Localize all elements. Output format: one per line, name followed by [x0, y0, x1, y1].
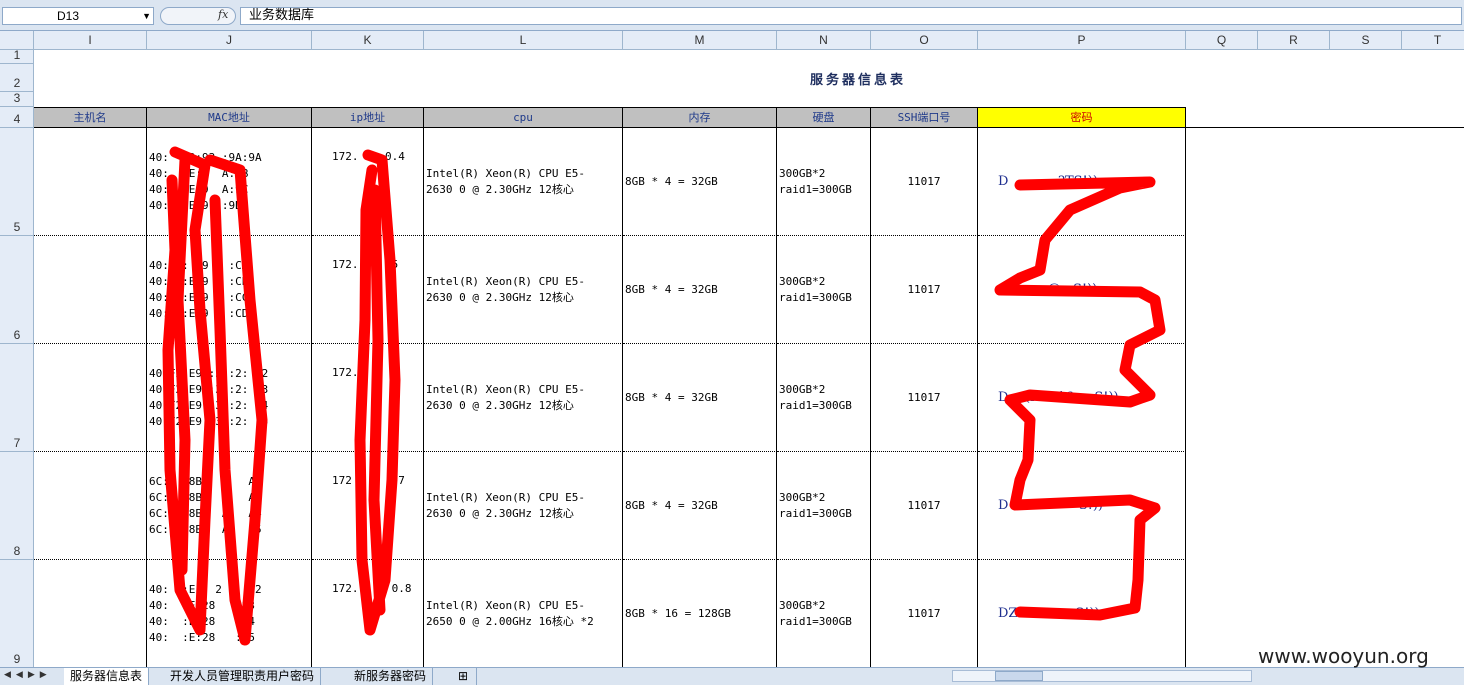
column-header-L[interactable]: L	[424, 31, 623, 49]
name-box-value: D13	[57, 9, 80, 23]
column-header-K[interactable]: K	[312, 31, 424, 49]
cell-memory[interactable]: 8GB * 4 = 32GB	[623, 344, 777, 452]
column-header-M[interactable]: M	[623, 31, 777, 49]
cell-ssh-port[interactable]: 11017	[871, 236, 978, 344]
header-ip[interactable]: ip地址	[312, 107, 424, 128]
cell-password[interactable]: @ S!))	[978, 236, 1186, 344]
column-header-Q[interactable]: Q	[1186, 31, 1258, 49]
cell-ssh-port[interactable]: 11017	[871, 452, 978, 560]
cell-disk[interactable]: 300GB*2 raid1=300GB	[777, 560, 871, 667]
row-header-4[interactable]: 4	[0, 107, 34, 128]
column-header-O[interactable]: O	[871, 31, 978, 49]
cell-memory[interactable]: 8GB * 16 = 128GB	[623, 560, 777, 667]
row-header-9[interactable]: 9	[0, 560, 34, 667]
row-header-3[interactable]: 3	[0, 91, 34, 107]
header-mac[interactable]: MAC地址	[147, 107, 312, 128]
cell-disk[interactable]: 300GB*2 raid1=300GB	[777, 128, 871, 236]
cell-ip[interactable]: 172. 6	[312, 344, 424, 452]
cell-cpu[interactable]: Intel(R) Xeon(R) CPU E5- 2630 0 @ 2.30GH…	[424, 344, 623, 452]
cell-mac[interactable]: 40:F2: 9 :CA 40:F2:E:9 :CB 40:F2:E:9 :CC…	[147, 236, 312, 344]
cell-cpu[interactable]: Intel(R) Xeon(R) CPU E5- 2630 0 @ 2.30GH…	[424, 452, 623, 560]
cell-mac[interactable]: 40: :E: 2 :82 40: :E:28 :83 40: :E:28 :8…	[147, 560, 312, 667]
cell-hostname[interactable]	[34, 128, 147, 236]
name-box[interactable]: D13 ▼	[2, 7, 154, 25]
cell-memory[interactable]: 8GB * 4 = 32GB	[623, 236, 777, 344]
row-header-6[interactable]: 6	[0, 236, 34, 344]
column-header-N[interactable]: N	[777, 31, 871, 49]
formula-bar: D13 ▼ fx 业务数据库	[0, 0, 1464, 31]
cell-cpu[interactable]: Intel(R) Xeon(R) CPU E5- 2650 0 @ 2.00GH…	[424, 560, 623, 667]
insert-sheet-icon[interactable]: ⊞	[450, 668, 478, 685]
column-header-row: I J K L M N O P Q R S T	[0, 31, 1464, 50]
header-cpu[interactable]: cpu	[424, 107, 623, 128]
column-header-S[interactable]: S	[1330, 31, 1402, 49]
cell-ip[interactable]: 172 7	[312, 452, 424, 560]
cell-memory[interactable]: 8GB * 4 = 32GB	[623, 452, 777, 560]
column-header-J[interactable]: J	[147, 31, 312, 49]
cell-mac[interactable]: 40:F2:E9 :3 :2: 2 40:F2:E9 :3 :2: 3 40:F…	[147, 344, 312, 452]
cell-mac[interactable]: 6C: :8B: A A2 6C: :8B: A A3 6C: :8B: A A…	[147, 452, 312, 560]
cell-password[interactable]: D ?TS!))	[978, 128, 1186, 236]
column-header-R[interactable]: R	[1258, 31, 1330, 49]
chevron-down-icon[interactable]: ▼	[142, 8, 151, 24]
cell-cpu[interactable]: Intel(R) Xeon(R) CPU E5- 2630 0 @ 2.30GH…	[424, 128, 623, 236]
row-header-8[interactable]: 8	[0, 452, 34, 560]
cell-disk[interactable]: 300GB*2 raid1=300GB	[777, 236, 871, 344]
cell-cpu[interactable]: Intel(R) Xeon(R) CPU E5- 2630 0 @ 2.30GH…	[424, 236, 623, 344]
cell-ssh-port[interactable]: 11017	[871, 344, 978, 452]
tab-server-info[interactable]: 服务器信息表	[64, 668, 150, 685]
cell-ssh-port[interactable]: 11017	[871, 560, 978, 667]
sheet-nav-arrows-icon[interactable]: ◀◀▶▶	[4, 670, 52, 680]
cell-hostname[interactable]	[34, 452, 147, 560]
cell-ip[interactable]: 172. 0.8	[312, 560, 424, 667]
row-header-2[interactable]: 2	[0, 64, 34, 92]
horizontal-scrollbar[interactable]	[952, 670, 1252, 682]
header-password[interactable]: 密码	[978, 107, 1186, 128]
watermark: www.wooyun.org	[1258, 644, 1429, 668]
spreadsheet-grid: I J K L M N O P Q R S T 1 2 3 4 5 6 7 8 …	[0, 31, 1464, 667]
function-icon[interactable]: fx	[218, 8, 228, 21]
row-header-7[interactable]: 7	[0, 344, 34, 452]
scrollbar-thumb[interactable]	[995, 671, 1043, 681]
column-header-I[interactable]: I	[34, 31, 147, 49]
header-memory[interactable]: 内存	[623, 107, 777, 128]
tab-new-server-passwords[interactable]: 新服务器密码	[348, 668, 434, 685]
select-all-corner[interactable]	[0, 31, 34, 49]
cell-memory[interactable]: 8GB * 4 = 32GB	[623, 128, 777, 236]
sheet-tab-bar: ◀◀▶▶ 服务器信息表 开发人员管理职责用户密码 新服务器密码 ⊞	[0, 667, 1464, 685]
header-disk[interactable]: 硬盘	[777, 107, 871, 128]
tab-dev-user-passwords[interactable]: 开发人员管理职责用户密码	[164, 668, 322, 685]
cell-hostname[interactable]	[34, 236, 147, 344]
cell-password[interactable]: DZ S!))	[978, 560, 1186, 667]
cell-hostname[interactable]	[34, 560, 147, 667]
row-header-1[interactable]: 1	[0, 48, 34, 64]
column-header-P[interactable]: P	[978, 31, 1186, 49]
cell-disk[interactable]: 300GB*2 raid1=300GB	[777, 452, 871, 560]
formula-input[interactable]: 业务数据库	[240, 7, 1462, 25]
cell-hostname[interactable]	[34, 344, 147, 452]
sheet-title: 服务器信息表	[810, 73, 907, 88]
column-header-T[interactable]: T	[1402, 31, 1464, 49]
cell-ip[interactable]: 172. 0.4	[312, 128, 424, 236]
cell-ip[interactable]: 172. 5	[312, 236, 424, 344]
cell-mac[interactable]: 40: :9:93 :9A:9A 40: :E:9 A:9B 40: :E:9 …	[147, 128, 312, 236]
cell-password[interactable]: D (root16 S!))	[978, 344, 1186, 452]
header-bottom-line	[1186, 127, 1464, 128]
cell-ssh-port[interactable]: 11017	[871, 128, 978, 236]
cell-password[interactable]: D 007 S!))	[978, 452, 1186, 560]
header-hostname[interactable]: 主机名	[34, 107, 147, 128]
row-header-5[interactable]: 5	[0, 128, 34, 236]
header-ssh-port[interactable]: SSH端口号	[871, 107, 978, 128]
cell-disk[interactable]: 300GB*2 raid1=300GB	[777, 344, 871, 452]
